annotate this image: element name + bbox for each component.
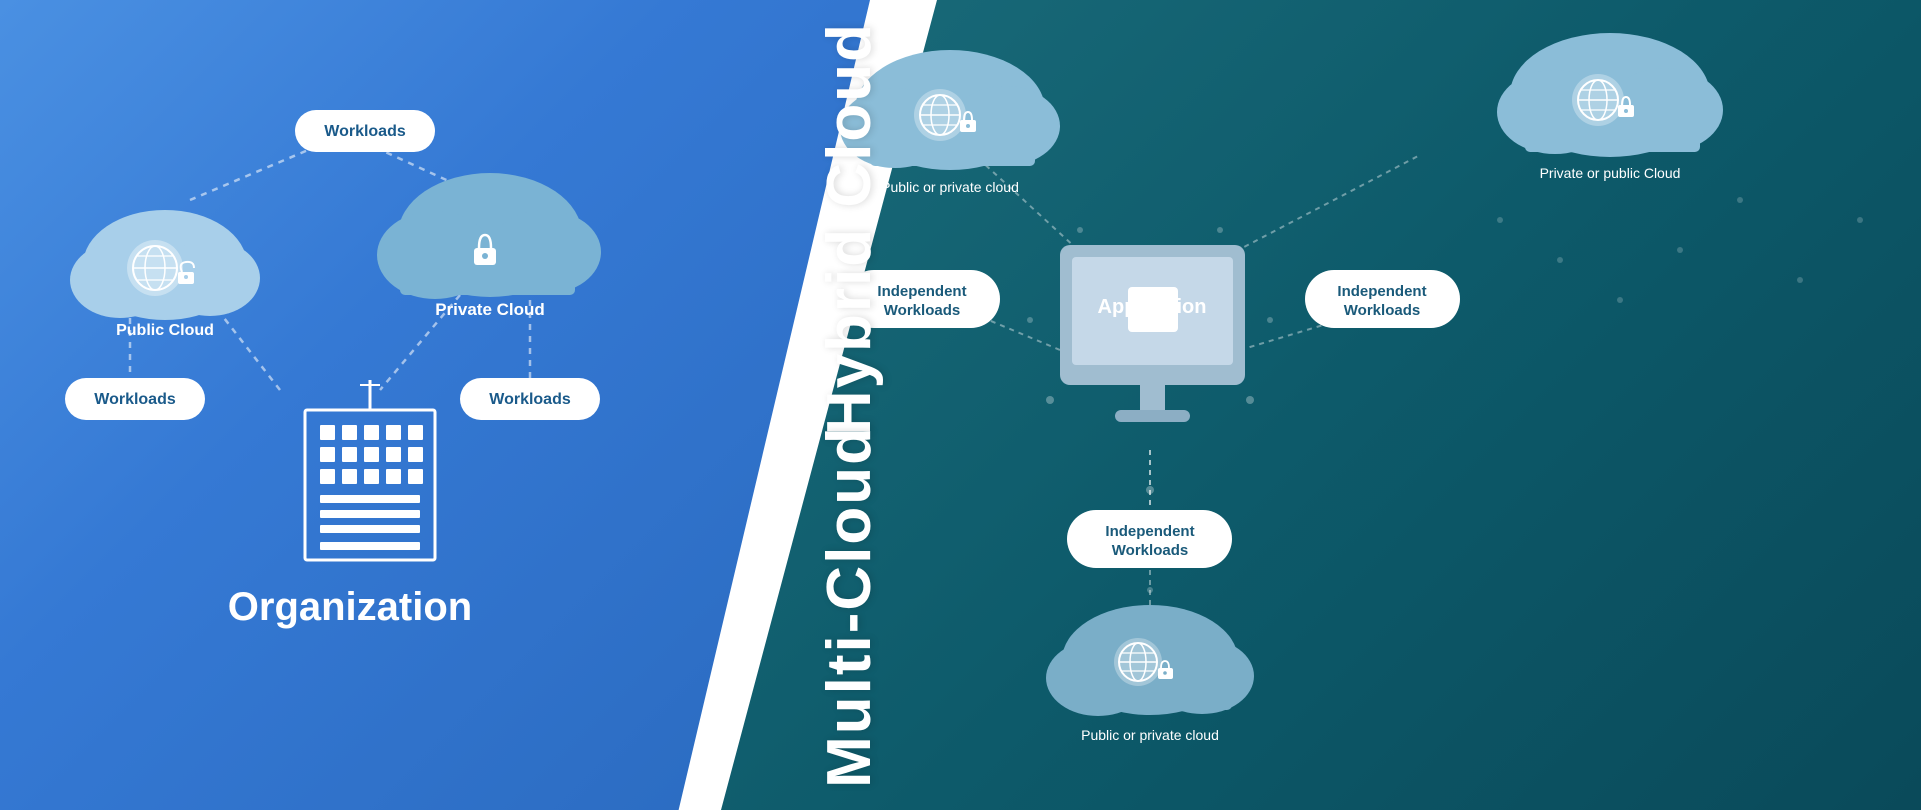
svg-text:Independent: Independent: [1337, 283, 1426, 300]
multi-cloud-title: Multi-Cloud: [819, 425, 881, 788]
workloads-top-label: Workloads: [324, 123, 406, 140]
cloud-top-right-label: Private or public Cloud: [1540, 165, 1681, 181]
private-cloud-left: [377, 173, 601, 299]
svg-text:Workloads: Workloads: [1112, 542, 1188, 559]
diagram-svg: Public Cloud Private Cloud Workloads Wor…: [0, 0, 1921, 810]
main-container: Hybrid Cloud Multi-Cloud: [0, 0, 1921, 810]
cloud-bottom-right: [1046, 605, 1254, 716]
org-building: [305, 380, 435, 560]
cloud-bottom-label: Public or private cloud: [1081, 727, 1219, 743]
hybrid-cloud-title: Hybrid Cloud: [819, 22, 881, 435]
public-cloud-left: [70, 210, 260, 320]
svg-text:Workloads: Workloads: [1344, 302, 1420, 319]
app-label: Application: [1098, 296, 1207, 318]
divider-text-area: Hybrid Cloud Multi-Cloud: [740, 0, 960, 810]
cloud-top-right-right: [1497, 33, 1723, 157]
workloads-right-label: Workloads: [489, 391, 571, 408]
private-cloud-left-label: Private Cloud: [435, 300, 545, 319]
org-label: Organization: [228, 585, 472, 629]
app-monitor: [1060, 245, 1245, 422]
svg-text:Independent: Independent: [1105, 523, 1194, 540]
workloads-left-label: Workloads: [94, 391, 176, 408]
public-cloud-left-label: Public Cloud: [116, 322, 214, 339]
